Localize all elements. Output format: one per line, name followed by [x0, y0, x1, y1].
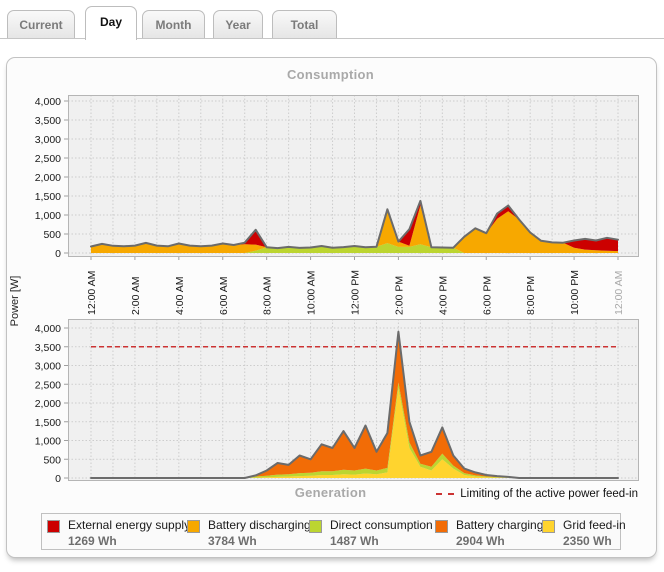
legend-value: 2350 Wh: [563, 534, 626, 548]
legend-item-grid-feedin: Grid feed-in 2350 Wh: [542, 518, 626, 548]
legend-value: 3784 Wh: [208, 534, 311, 548]
svg-text:3,000: 3,000: [35, 134, 61, 146]
tab-total[interactable]: Total: [272, 10, 337, 39]
svg-text:4,000: 4,000: [35, 323, 61, 335]
legend-label: External energy supply: [68, 518, 190, 532]
legend-item-battery-charging: Battery charging 2904 Wh: [435, 518, 543, 548]
svg-text:12:00 PM: 12:00 PM: [350, 270, 362, 315]
legend-label: Grid feed-in: [563, 518, 626, 532]
svg-text:0: 0: [55, 473, 61, 485]
generation-chart: 0 500 1,000 1,500 2,000 2,500 3,000 3,500 4,000: [7, 316, 654, 488]
svg-text:3,000: 3,000: [35, 361, 61, 373]
limit-line-label: Limiting of the active power feed-in: [460, 488, 638, 500]
legend-item-direct-consumption: Direct consumption 1487 Wh: [309, 518, 433, 548]
svg-text:500: 500: [43, 454, 61, 466]
svg-text:10:00 PM: 10:00 PM: [569, 270, 581, 315]
legend-label: Battery charging: [456, 518, 543, 532]
svg-text:10:00 AM: 10:00 AM: [306, 271, 318, 315]
legend-label: Battery discharging: [208, 518, 311, 532]
svg-text:2:00 AM: 2:00 AM: [130, 276, 142, 315]
legend-swatch-external-supply: [47, 520, 60, 533]
tab-month[interactable]: Month: [142, 10, 205, 39]
svg-text:1,000: 1,000: [35, 210, 61, 222]
tab-year[interactable]: Year: [213, 10, 263, 39]
svg-text:12:00 AM: 12:00 AM: [86, 271, 98, 315]
svg-text:2,000: 2,000: [35, 172, 61, 184]
svg-text:6:00 PM: 6:00 PM: [481, 276, 493, 315]
svg-text:2,500: 2,500: [35, 153, 61, 165]
legend-value: 2904 Wh: [456, 534, 543, 548]
tab-day[interactable]: Day: [85, 6, 137, 40]
energy-balance-panel: Consumption 0 500 1,000 1,500 2,000 2,500 3,00…: [6, 57, 657, 558]
legend-swatch-direct-consumption: [309, 520, 322, 533]
legend-item-battery-discharging: Battery discharging 3784 Wh: [187, 518, 311, 548]
svg-text:2,500: 2,500: [35, 379, 61, 391]
legend-item-external-supply: External energy supply 1269 Wh: [47, 518, 190, 548]
legend-swatch-battery-charging: [435, 520, 448, 533]
svg-text:2:00 PM: 2:00 PM: [393, 276, 405, 315]
svg-text:3,500: 3,500: [35, 115, 61, 127]
limit-line-note: Limiting of the active power feed-in: [436, 487, 638, 501]
svg-text:3,500: 3,500: [35, 342, 61, 354]
tab-current[interactable]: Current: [7, 10, 75, 39]
svg-text:8:00 AM: 8:00 AM: [262, 276, 274, 315]
consumption-chart-title: Consumption: [7, 67, 654, 82]
svg-text:1,000: 1,000: [35, 436, 61, 448]
svg-text:4,000: 4,000: [35, 96, 61, 108]
svg-text:4:00 AM: 4:00 AM: [174, 276, 186, 315]
consumption-chart: 0 500 1,000 1,500 2,000 2,500 3,000 3,500 4,000 1…: [7, 89, 654, 327]
svg-text:8:00 PM: 8:00 PM: [525, 276, 537, 315]
svg-text:2,000: 2,000: [35, 398, 61, 410]
legend: External energy supply1269 WhBattery dis…: [41, 513, 621, 550]
legend-label: Direct consumption: [330, 518, 433, 532]
svg-text:500: 500: [43, 229, 61, 241]
svg-text:0: 0: [55, 248, 61, 260]
legend-value: 1269 Wh: [68, 534, 190, 548]
svg-text:1,500: 1,500: [35, 191, 61, 203]
legend-value: 1487 Wh: [330, 534, 433, 548]
svg-text:4:00 PM: 4:00 PM: [437, 276, 449, 315]
limit-line-dash-icon: [436, 493, 454, 495]
legend-swatch-battery-discharging: [187, 520, 200, 533]
legend-swatch-grid-feedin: [542, 520, 555, 533]
svg-text:12:00 AM: 12:00 AM: [613, 271, 625, 315]
svg-text:1,500: 1,500: [35, 417, 61, 429]
svg-text:6:00 AM: 6:00 AM: [218, 276, 230, 315]
